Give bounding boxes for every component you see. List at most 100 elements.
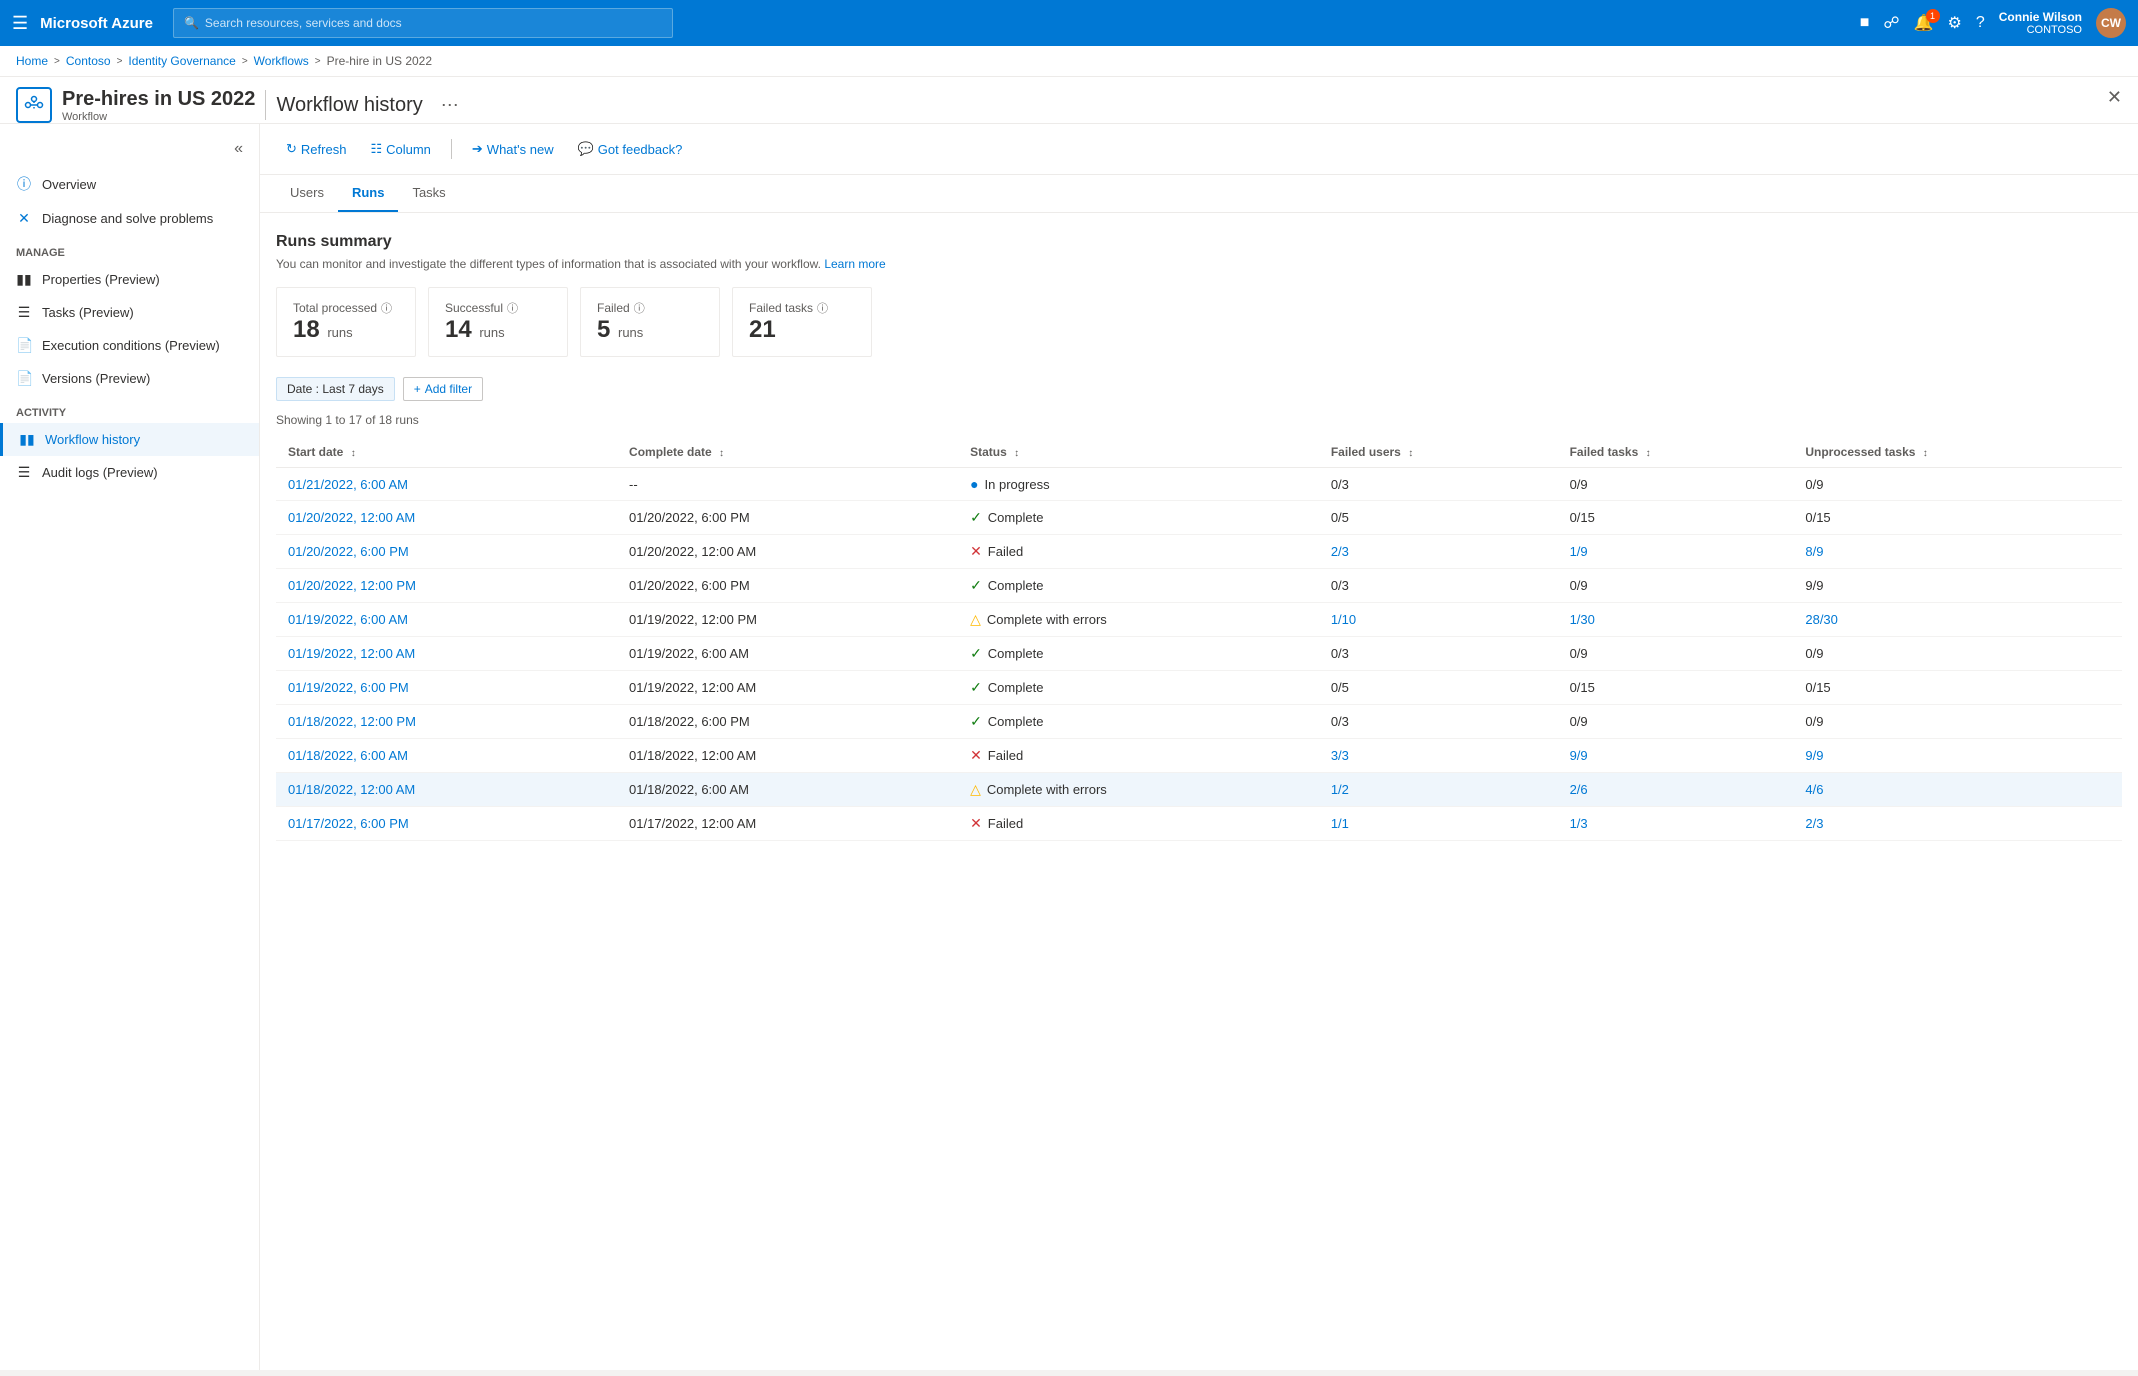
- complete-date-cell: 01/20/2022, 6:00 PM: [617, 501, 958, 535]
- complete-date-cell: 01/20/2022, 12:00 AM: [617, 535, 958, 569]
- sidebar-tasks-label: Tasks (Preview): [42, 305, 134, 320]
- help-icon[interactable]: ?: [1976, 14, 1985, 32]
- column-button[interactable]: ☷ Column: [360, 136, 440, 162]
- learn-more-link[interactable]: Learn more: [824, 257, 885, 271]
- status-text: Complete with errors: [987, 782, 1107, 797]
- failed-users-link: 2/3: [1331, 544, 1349, 559]
- breadcrumb-sep-3: >: [242, 56, 248, 67]
- tab-runs[interactable]: Runs: [338, 175, 399, 212]
- table-row: 01/19/2022, 6:00 AM 01/19/2022, 12:00 PM…: [276, 603, 2122, 637]
- versions-icon: 📄: [16, 370, 32, 387]
- start-date-cell[interactable]: 01/17/2022, 6:00 PM: [276, 807, 617, 841]
- sidebar-item-audit-logs[interactable]: ☰ Audit logs (Preview): [0, 456, 259, 489]
- complete-date-cell: 01/17/2022, 12:00 AM: [617, 807, 958, 841]
- col-complete-date[interactable]: Complete date ↕: [617, 437, 958, 468]
- col-start-date[interactable]: Start date ↕: [276, 437, 617, 468]
- start-date-cell[interactable]: 01/18/2022, 12:00 AM: [276, 773, 617, 807]
- sidebar-audit-label: Audit logs (Preview): [42, 465, 158, 480]
- sidebar-item-workflow-history[interactable]: ▮▮ Workflow history: [0, 423, 259, 456]
- col-unprocessed[interactable]: Unprocessed tasks ↕: [1793, 437, 2122, 468]
- avatar[interactable]: CW: [2096, 8, 2126, 38]
- sidebar-diagnose-label: Diagnose and solve problems: [42, 211, 213, 226]
- tab-tasks[interactable]: Tasks: [398, 175, 459, 212]
- failed-tasks-cell[interactable]: 9/9: [1558, 739, 1794, 773]
- stat-failed-tasks-label: Failed tasks: [749, 301, 813, 315]
- breadcrumb: Home > Contoso > Identity Governance > W…: [0, 46, 2138, 77]
- unprocessed-cell[interactable]: 28/30: [1793, 603, 2122, 637]
- unprocessed-link: 8/9: [1805, 544, 1823, 559]
- failed-tasks-cell[interactable]: 2/6: [1558, 773, 1794, 807]
- start-date-cell[interactable]: 01/19/2022, 6:00 AM: [276, 603, 617, 637]
- breadcrumb-contoso[interactable]: Contoso: [66, 54, 111, 68]
- breadcrumb-identity[interactable]: Identity Governance: [128, 54, 235, 68]
- unprocessed-link: 2/3: [1805, 816, 1823, 831]
- unprocessed-cell[interactable]: 4/6: [1793, 773, 2122, 807]
- sidebar-item-tasks[interactable]: ☰ Tasks (Preview): [0, 296, 259, 329]
- audit-icon: ☰: [16, 464, 32, 481]
- failed-users-cell[interactable]: 1/10: [1319, 603, 1558, 637]
- unprocessed-cell[interactable]: 2/3: [1793, 807, 2122, 841]
- hamburger-icon[interactable]: ☰: [12, 13, 28, 34]
- col-status[interactable]: Status ↕: [958, 437, 1319, 468]
- dots-menu-button[interactable]: ⋯: [441, 95, 459, 116]
- portal-settings-icon[interactable]: ☍: [1883, 13, 1899, 33]
- start-date-cell[interactable]: 01/18/2022, 12:00 PM: [276, 705, 617, 739]
- start-date-cell[interactable]: 01/20/2022, 6:00 PM: [276, 535, 617, 569]
- status-icon: ✕: [970, 543, 982, 560]
- feedback-icon: 💬: [578, 141, 594, 157]
- collapse-button[interactable]: «: [0, 132, 259, 166]
- refresh-label: Refresh: [301, 142, 347, 157]
- status-text: In progress: [985, 477, 1050, 492]
- sidebar-item-diagnose[interactable]: ✕ Diagnose and solve problems: [0, 202, 259, 235]
- unprocessed-cell: 0/9: [1793, 468, 2122, 501]
- failed-tasks-cell[interactable]: 1/9: [1558, 535, 1794, 569]
- cloud-shell-icon[interactable]: ■: [1860, 14, 1870, 32]
- sidebar-item-overview[interactable]: ⓘ Overview: [0, 166, 259, 202]
- complete-date-cell: 01/18/2022, 12:00 AM: [617, 739, 958, 773]
- start-date-cell[interactable]: 01/20/2022, 12:00 AM: [276, 501, 617, 535]
- close-button[interactable]: ✕: [2107, 87, 2122, 108]
- execution-icon: 📄: [16, 337, 32, 354]
- table-row: 01/18/2022, 12:00 AM 01/18/2022, 6:00 AM…: [276, 773, 2122, 807]
- start-date-cell[interactable]: 01/20/2022, 12:00 PM: [276, 569, 617, 603]
- unprocessed-cell: 0/15: [1793, 671, 2122, 705]
- unprocessed-cell[interactable]: 8/9: [1793, 535, 2122, 569]
- failed-tasks-cell[interactable]: 1/3: [1558, 807, 1794, 841]
- brand-name: Microsoft Azure: [40, 15, 153, 32]
- stat-total-value: 18 runs: [293, 316, 399, 344]
- add-filter-button[interactable]: + Add filter: [403, 377, 483, 401]
- whats-new-button[interactable]: ➔ What's new: [462, 136, 564, 162]
- sidebar-item-execution[interactable]: 📄 Execution conditions (Preview): [0, 329, 259, 362]
- failed-tasks-cell[interactable]: 1/30: [1558, 603, 1794, 637]
- panel-title: Workflow history: [276, 94, 422, 117]
- start-date-cell[interactable]: 01/19/2022, 12:00 AM: [276, 637, 617, 671]
- start-date-cell[interactable]: 01/18/2022, 6:00 AM: [276, 739, 617, 773]
- status-text: Complete: [988, 680, 1044, 695]
- start-date-cell[interactable]: 01/19/2022, 6:00 PM: [276, 671, 617, 705]
- date-filter-chip[interactable]: Date : Last 7 days: [276, 377, 395, 401]
- failed-users-cell[interactable]: 1/1: [1319, 807, 1558, 841]
- feedback-button[interactable]: 💬 Got feedback?: [568, 136, 693, 162]
- stats-row: Total processed ⓘ 18 runs Successful ⓘ 1…: [276, 287, 2122, 357]
- settings-icon[interactable]: ⚙: [1948, 13, 1962, 33]
- status-icon: ✓: [970, 645, 982, 662]
- sidebar-item-versions[interactable]: 📄 Versions (Preview): [0, 362, 259, 395]
- failed-users-cell[interactable]: 2/3: [1319, 535, 1558, 569]
- breadcrumb-workflows[interactable]: Workflows: [254, 54, 309, 68]
- failed-users-cell[interactable]: 3/3: [1319, 739, 1558, 773]
- sidebar-item-properties[interactable]: ▮▮ Properties (Preview): [0, 263, 259, 296]
- failed-users-cell[interactable]: 1/2: [1319, 773, 1558, 807]
- stat-successful-info-icon: ⓘ: [507, 300, 518, 316]
- col-failed-tasks[interactable]: Failed tasks ↕: [1558, 437, 1794, 468]
- page-header-left: Pre-hires in US 2022 Workflow Workflow h…: [16, 87, 459, 123]
- notifications-icon[interactable]: 🔔 1: [1914, 13, 1934, 33]
- col-failed-users[interactable]: Failed users ↕: [1319, 437, 1558, 468]
- runs-table: Start date ↕ Complete date ↕ Status ↕ Fa…: [276, 437, 2122, 841]
- unprocessed-cell[interactable]: 9/9: [1793, 739, 2122, 773]
- unprocessed-link: 28/30: [1805, 612, 1838, 627]
- breadcrumb-home[interactable]: Home: [16, 54, 48, 68]
- search-bar[interactable]: 🔍 Search resources, services and docs: [173, 8, 673, 38]
- tab-users[interactable]: Users: [276, 175, 338, 212]
- refresh-button[interactable]: ↻ Refresh: [276, 136, 356, 162]
- start-date-cell[interactable]: 01/21/2022, 6:00 AM: [276, 468, 617, 501]
